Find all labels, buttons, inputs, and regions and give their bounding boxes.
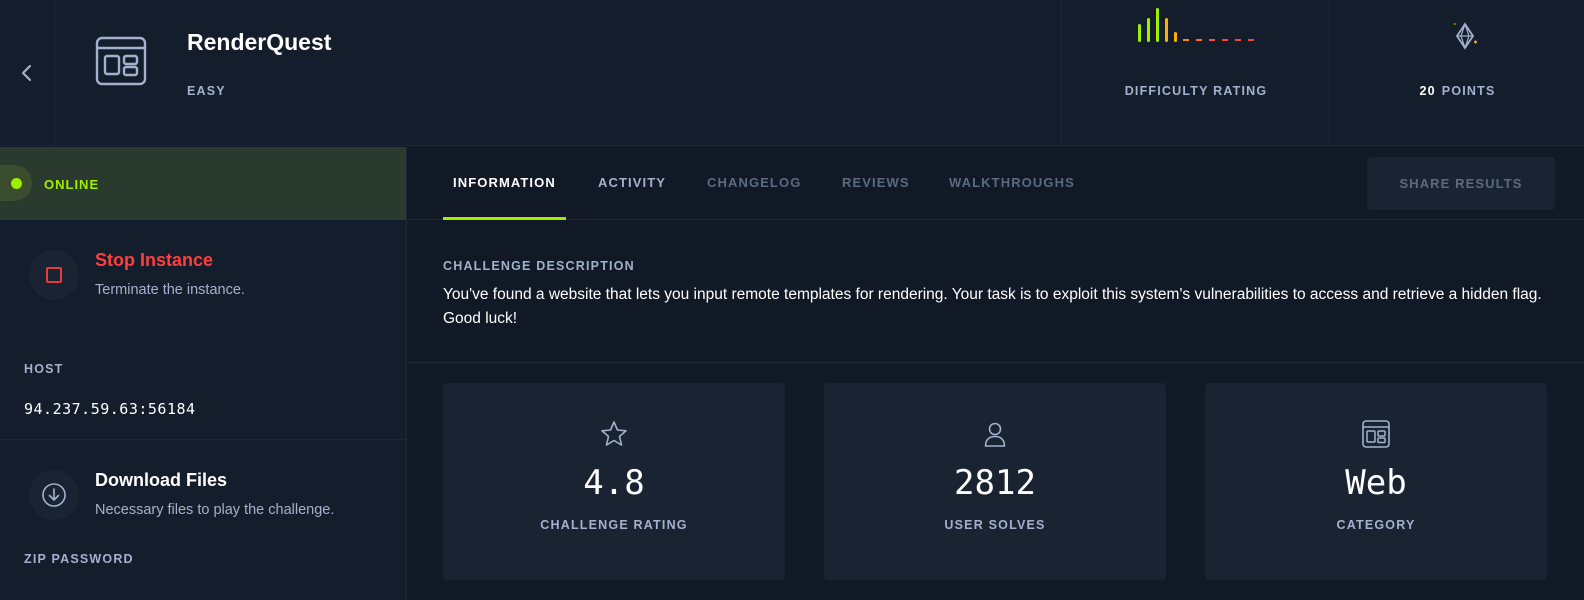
status-text: ONLINE (44, 177, 100, 192)
diamond-icon (1454, 22, 1477, 50)
status-bar: ONLINE (0, 147, 406, 220)
description-label: CHALLENGE DESCRIPTION (443, 259, 635, 273)
category-label: CATEGORY (1336, 518, 1416, 532)
tab-reviews[interactable]: REVIEWS (842, 175, 910, 190)
share-results-button[interactable]: SHARE RESULTS (1367, 157, 1555, 210)
challenge-header: RenderQuest EASY DIFFICULTY RATING 20 POI… (0, 0, 1584, 146)
tab-bar: INFORMATION ACTIVITY CHANGELOG REVIEWS W… (408, 147, 1584, 220)
download-files-title[interactable]: Download Files (95, 470, 227, 491)
active-tab-indicator (443, 217, 566, 220)
tab-information[interactable]: INFORMATION (453, 175, 556, 190)
web-category-icon (1362, 420, 1390, 448)
difficulty-bars (1138, 8, 1254, 42)
challenge-rating-label: CHALLENGE RATING (540, 518, 688, 532)
host-label: HOST (24, 362, 64, 376)
description-text: You've found a website that lets you inp… (443, 286, 1542, 327)
difficulty-rating: DIFFICULTY RATING (1061, 0, 1329, 146)
points-box: 20 POINTS (1329, 0, 1584, 146)
tab-walkthroughs[interactable]: WALKTHROUGHS (949, 175, 1075, 190)
difficulty-text: EASY (187, 84, 226, 98)
category-card: Web CATEGORY (1205, 383, 1547, 580)
challenge-description: CHALLENGE DESCRIPTION You've found a web… (408, 221, 1584, 363)
challenge-rating-value: 4.8 (583, 463, 645, 503)
download-icon (42, 483, 66, 507)
download-files-desc: Necessary files to play the challenge. (95, 502, 335, 518)
stop-instance-title[interactable]: Stop Instance (95, 250, 213, 271)
divider (0, 439, 406, 440)
online-dot-icon (10, 177, 22, 189)
points-label: 20 POINTS (1330, 84, 1584, 98)
points-text: POINTS (1441, 84, 1496, 98)
download-files-button[interactable] (29, 470, 79, 520)
status-indicator (0, 165, 32, 201)
user-solves-label: USER SOLVES (944, 518, 1046, 532)
stop-instance-desc: Terminate the instance. (95, 282, 245, 298)
host-value[interactable]: 94.237.59.63:56184 (24, 400, 196, 418)
tab-activity[interactable]: ACTIVITY (598, 175, 666, 190)
user-solves-value: 2812 (954, 463, 1036, 503)
zip-password-label: ZIP PASSWORD (24, 552, 134, 566)
stats-cards: 4.8 CHALLENGE RATING 2812 USER SOLVES We… (443, 383, 1548, 580)
stop-icon (46, 267, 62, 283)
challenge-rating-card: 4.8 CHALLENGE RATING (443, 383, 785, 580)
instance-sidebar: ONLINE Stop Instance Terminate the insta… (0, 147, 407, 600)
main-content: INFORMATION ACTIVITY CHANGELOG REVIEWS W… (408, 147, 1584, 600)
user-icon (984, 422, 1006, 447)
web-app-icon (95, 36, 147, 86)
category-value: Web (1345, 463, 1407, 503)
tab-changelog[interactable]: CHANGELOG (707, 175, 801, 190)
chevron-left-icon (21, 64, 32, 82)
user-solves-card: 2812 USER SOLVES (824, 383, 1166, 580)
back-button[interactable] (0, 0, 55, 146)
difficulty-rating-label: DIFFICULTY RATING (1124, 84, 1268, 98)
points-value: 20 (1419, 84, 1436, 98)
stop-instance-button[interactable] (29, 250, 79, 300)
star-icon (601, 421, 627, 446)
challenge-title: RenderQuest (187, 29, 332, 55)
